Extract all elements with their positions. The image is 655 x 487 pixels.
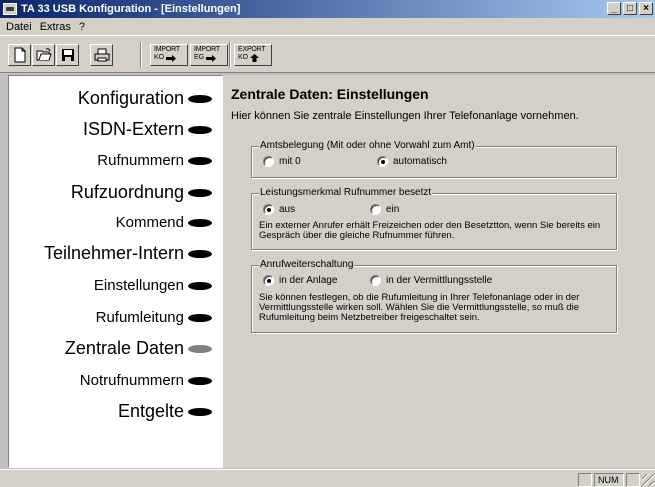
nav-bullet-icon xyxy=(188,188,212,197)
radio-in-der-anlage[interactable]: in der Anlage xyxy=(263,275,337,286)
toolbar: IMPORT KO IMPORT EG EXPORT KO xyxy=(0,35,655,73)
print-button[interactable] xyxy=(90,44,113,66)
nav-bullet-icon xyxy=(188,281,212,290)
nav-item-rufzuordnung[interactable]: Rufzuordnung xyxy=(71,182,212,203)
menu-datei[interactable]: Datei xyxy=(2,21,36,33)
main-content: Zentrale Daten: Einstellungen Hier könne… xyxy=(223,75,655,468)
toolbar-separator xyxy=(140,42,142,68)
nav-item-zentrale-daten[interactable]: Zentrale Daten xyxy=(65,338,212,359)
window-controls: _ □ × xyxy=(607,2,653,15)
save-button[interactable] xyxy=(56,44,79,66)
group-description: Ein externer Anrufer erhält Freizeichen … xyxy=(259,220,601,241)
nav-item-konfiguration[interactable]: Konfiguration xyxy=(78,88,212,109)
radio-button-checked-icon xyxy=(263,275,274,286)
nav-bullet-icon xyxy=(188,156,212,165)
maximize-button[interactable]: □ xyxy=(623,2,637,15)
title-bar[interactable]: TA 33 USB Konfiguration - [Einstellungen… xyxy=(0,0,655,18)
printer-icon xyxy=(94,48,109,62)
radio-aus[interactable]: aus xyxy=(263,204,295,215)
radio-ein[interactable]: ein xyxy=(370,204,399,215)
nav-bullet-icon xyxy=(188,376,212,385)
minimize-button[interactable]: _ xyxy=(607,2,621,15)
nav-bullet-icon xyxy=(188,218,212,227)
group-amtsbelegung: Amtsbelegung (Mit oder ohne Vorwahl zum … xyxy=(251,140,617,178)
radio-button-checked-icon xyxy=(377,156,388,167)
nav-bullet-icon xyxy=(188,313,212,322)
radio-automatisch[interactable]: automatisch xyxy=(377,156,447,167)
nav-item-rufnummern[interactable]: Rufnummern xyxy=(97,152,212,169)
nav-item-entgelte[interactable]: Entgelte xyxy=(118,401,212,422)
close-button[interactable]: × xyxy=(639,2,653,15)
import-ko-button[interactable]: IMPORT KO xyxy=(150,44,188,66)
radio-mit-0[interactable]: mit 0 xyxy=(263,156,301,167)
group-rufnummer-besetzt: Leistungsmerkmal Rufnummer besetzt aus e… xyxy=(251,187,617,250)
nav-bullet-icon xyxy=(188,249,212,258)
page-title: Zentrale Daten: Einstellungen xyxy=(231,86,429,102)
arrow-up-icon xyxy=(250,54,260,62)
nav-item-notrufnummern[interactable]: Notrufnummern xyxy=(80,372,212,389)
nav-item-isdn-extern[interactable]: ISDN-Extern xyxy=(83,119,212,140)
new-button[interactable] xyxy=(8,44,31,66)
save-disk-icon xyxy=(61,49,74,61)
radio-button-icon xyxy=(263,156,274,167)
group-legend: Amtsbelegung (Mit oder ohne Vorwahl zum … xyxy=(259,140,476,151)
nav-bullet-active-icon xyxy=(188,344,212,353)
status-panel-caps xyxy=(578,473,592,487)
page-subtitle: Hier können Sie zentrale Einstellungen I… xyxy=(231,110,579,122)
status-bar: NUM xyxy=(0,469,655,487)
nav-bullet-icon xyxy=(188,94,212,103)
radio-button-checked-icon xyxy=(263,204,274,215)
nav-bullet-icon xyxy=(188,407,212,416)
arrow-right-icon xyxy=(206,54,217,62)
radio-button-icon xyxy=(370,204,381,215)
open-button[interactable] xyxy=(32,44,55,66)
window-title: TA 33 USB Konfiguration - [Einstellungen… xyxy=(21,3,241,15)
status-num: NUM xyxy=(594,473,624,487)
import-eg-button[interactable]: IMPORT EG xyxy=(190,44,228,66)
export-ko-button[interactable]: EXPORT KO xyxy=(234,44,272,66)
status-panel-scroll xyxy=(626,473,640,487)
group-legend: Anrufweiterschaltung xyxy=(259,259,355,270)
nav-item-einstellungen[interactable]: Einstellungen xyxy=(94,277,212,294)
menu-bar: Datei Extras ? xyxy=(0,18,655,35)
app-phone-icon[interactable] xyxy=(3,3,17,15)
group-anrufweiterschaltung: Anrufweiterschaltung in der Anlage in de… xyxy=(251,259,617,333)
radio-button-icon xyxy=(370,275,381,286)
navigation-panel: Konfiguration ISDN-Extern Rufnummern Ruf… xyxy=(8,75,223,468)
toolbar-separator xyxy=(229,42,231,68)
new-document-icon xyxy=(14,47,25,63)
resize-grip-icon[interactable] xyxy=(642,474,654,486)
arrow-right-icon xyxy=(166,54,177,62)
nav-item-teilnehmer-intern[interactable]: Teilnehmer-Intern xyxy=(44,243,212,264)
group-description: Sie können festlegen, ob die Rufumleitun… xyxy=(259,292,580,323)
nav-item-kommend[interactable]: Kommend xyxy=(116,214,212,231)
nav-bullet-icon xyxy=(188,125,212,134)
menu-help[interactable]: ? xyxy=(75,21,89,33)
nav-item-rufumleitung[interactable]: Rufumleitung xyxy=(96,309,212,326)
group-legend: Leistungsmerkmal Rufnummer besetzt xyxy=(259,187,433,198)
radio-in-der-vermittlungsstelle[interactable]: in der Vermittlungsstelle xyxy=(370,275,492,286)
menu-extras[interactable]: Extras xyxy=(36,21,75,33)
open-folder-icon xyxy=(36,48,52,61)
